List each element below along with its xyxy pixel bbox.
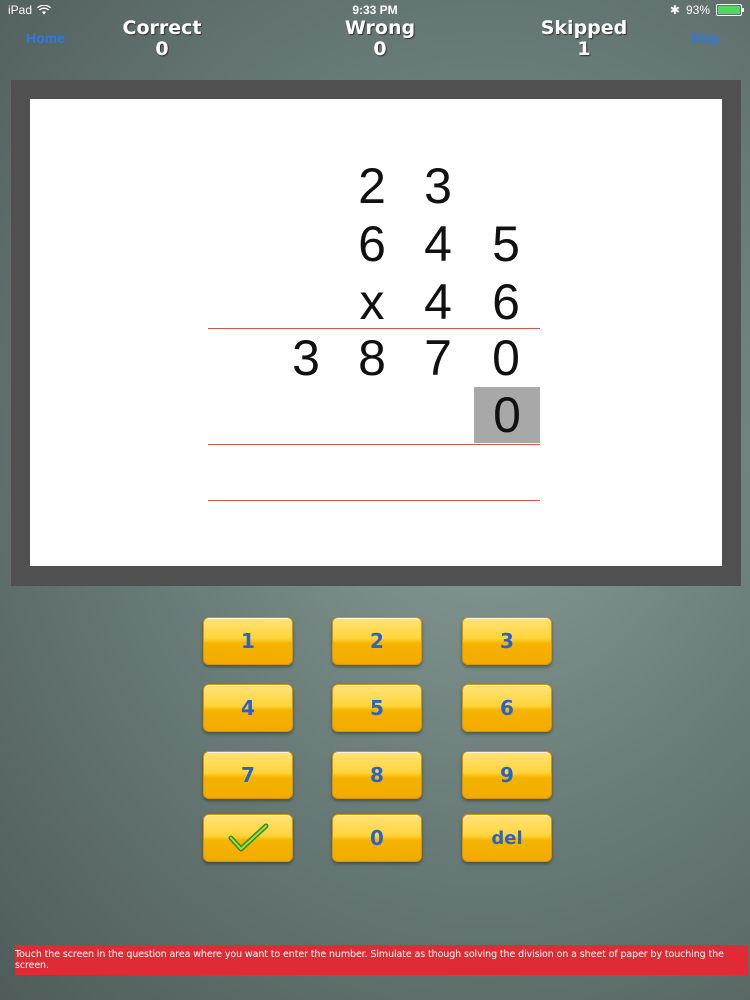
battery-icon	[716, 4, 744, 16]
key-9[interactable]: 9	[462, 751, 552, 799]
checkmark-icon	[228, 823, 269, 852]
skipped-label: Skipped	[540, 17, 628, 39]
home-button[interactable]: Home	[26, 30, 65, 46]
key-5[interactable]: 5	[332, 684, 422, 732]
multiplicand-digit: 4	[424, 216, 452, 272]
carry-digit: 2	[358, 158, 386, 214]
correct-label: Correct	[122, 17, 202, 39]
wrong-count: 0	[373, 38, 387, 60]
key-2[interactable]: 2	[332, 617, 422, 665]
partial-digit[interactable]: 0	[476, 330, 536, 386]
wrong-score: Wrong 0	[310, 18, 450, 60]
key-4[interactable]: 4	[203, 684, 293, 732]
multiplicand-digit: 6	[358, 216, 386, 272]
partial-digit[interactable]: 7	[408, 330, 468, 386]
bluetooth-icon: ✱	[669, 3, 680, 17]
answer-line	[208, 328, 540, 329]
operator-sign: x	[359, 274, 385, 330]
partial-digit[interactable]: 8	[342, 330, 402, 386]
instruction-banner: Touch the screen in the question area wh…	[15, 945, 748, 975]
key-0[interactable]: 0	[332, 814, 422, 862]
multiplier-digit: 6	[492, 274, 520, 330]
carry-digit: 3	[424, 158, 452, 214]
skipped-count: 1	[577, 38, 591, 60]
key-3[interactable]: 3	[462, 617, 552, 665]
correct-count: 0	[155, 38, 169, 60]
partial-digit[interactable]: 3	[276, 330, 336, 386]
answer-line	[208, 444, 540, 445]
correct-score: Correct 0	[92, 18, 232, 60]
key-8[interactable]: 8	[332, 751, 422, 799]
skipped-score: Skipped 1	[514, 18, 654, 60]
skip-button[interactable]: Skip	[690, 30, 720, 46]
battery-percent: 93%	[685, 3, 710, 17]
question-area[interactable]: 2 3 6 4 5 x 4 6 3 8 7 0 0	[30, 99, 722, 566]
submit-button[interactable]	[203, 814, 293, 862]
status-time: 9:33 PM	[352, 3, 398, 17]
multiplicand-digit: 5	[492, 216, 520, 272]
multiplier-digit: 4	[424, 274, 452, 330]
delete-button[interactable]: del	[462, 814, 552, 862]
key-7[interactable]: 7	[203, 751, 293, 799]
key-1[interactable]: 1	[203, 617, 293, 665]
key-6[interactable]: 6	[462, 684, 552, 732]
selected-cell-digit[interactable]: 0	[477, 387, 537, 443]
wrong-label: Wrong	[344, 17, 416, 39]
answer-line	[208, 500, 540, 501]
